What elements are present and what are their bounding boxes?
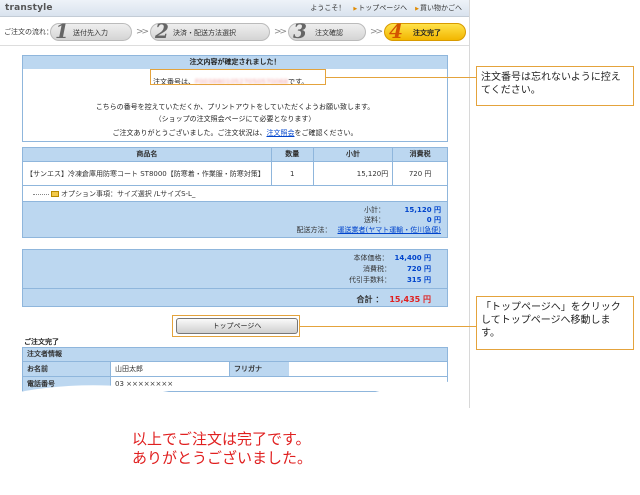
folder-icon: [51, 191, 59, 197]
summary-delivery-value[interactable]: 運送業者(ヤマト運輸・佐川急便): [338, 225, 441, 235]
thanks-text-end: をご確認ください。: [294, 129, 358, 137]
step-label: 送付先入力: [73, 29, 108, 37]
customer-name-value: 山田太郎: [111, 362, 229, 376]
welcome-text: ようこそ！: [310, 4, 346, 12]
order-complete-label: ご注文完了: [24, 338, 59, 346]
summary-delivery-label: 配送方法：: [296, 226, 332, 234]
thanks-line: ご注文ありがとうございました。ご注文状況は、注文照会をご確認ください。: [23, 128, 447, 138]
product-name: 【サンエス】冷凍倉庫用防寒コート ST8000【防寒着・作業服・防寒対策】: [23, 162, 272, 185]
order-steps: ご注文の流れ： 1 送付先入力 >> 2 決済・配送方法選択 >> 3 注文確認…: [0, 18, 469, 46]
step-number: 4: [389, 19, 403, 43]
top-page-callout: 「トップページへ」をクリックしてトップページへ移動します。: [476, 296, 634, 350]
step-label: 注文確認: [315, 29, 343, 37]
items-table-header: 商品名 数量 小計 消費税: [23, 148, 447, 161]
order-inquiry-link[interactable]: 注文照会: [267, 129, 295, 137]
step-2: 2 決済・配送方法選択: [150, 19, 270, 43]
summary-subtotal-value: 15,120 円: [404, 206, 441, 214]
customer-kana-label: フリガナ: [229, 362, 289, 376]
header-links: ようこそ！ トップページへ 買い物かごへ: [310, 3, 462, 13]
summary-shipping: 送料： 0 円: [364, 215, 441, 225]
summary-subtotal-label: 小計：: [364, 206, 385, 214]
customer-name-label: お名前: [23, 362, 111, 376]
site-header: transtyle ようこそ！ トップページへ 買い物かごへ: [0, 0, 469, 17]
total-label: 本体価格：: [353, 254, 389, 262]
thanks-text: ご注文ありがとうございました。ご注文状況は、: [112, 129, 267, 137]
totals-divider: [23, 288, 447, 289]
grand-total-value: 15,435 円: [389, 295, 431, 304]
table-row: お名前 山田太郎 フリガナ: [23, 361, 447, 376]
col-tax: 消費税: [409, 150, 431, 158]
step-number: 3: [293, 19, 307, 43]
items-summary: 小計： 15,120 円 送料： 0 円 配送方法： 運送業者(ヤマト運輸・佐川急便): [23, 201, 447, 237]
completion-line-1: 以上でご注文は完了です。: [132, 430, 311, 448]
screenshot-panel: transtyle ようこそ！ トップページへ 買い物かごへ ご注文の流れ： 1…: [0, 0, 470, 408]
total-label: 消費税：: [363, 265, 391, 273]
print-notice-sub: （ショップの注文照会ページにて必要となります）: [154, 115, 316, 123]
summary-shipping-label: 送料：: [364, 216, 385, 224]
order-confirmed-title: 注文内容が確定されました！: [23, 56, 447, 69]
callout-connector: [300, 326, 476, 327]
totals-box: 本体価格： 14,400 円 消費税： 720 円 代引手数料： 315 円 合計 ：…: [22, 249, 448, 307]
total-label: 代引手数料：: [349, 276, 391, 284]
customer-info-title: 注文者情報: [23, 348, 447, 361]
product-qty: 1: [272, 162, 314, 185]
tree-line-icon: [33, 193, 49, 195]
col-subtotal: 小計: [314, 148, 394, 161]
step-3: 3 注文確認: [288, 19, 366, 43]
torn-edge: [0, 381, 469, 408]
grand-total-label: 合計 ：: [356, 295, 384, 304]
total-value: 14,400 円: [394, 254, 431, 262]
product-subtotal: 15,120円: [314, 162, 394, 185]
step-arrow-icon: >>: [370, 27, 383, 37]
col-product: 商品名: [23, 148, 272, 161]
summary-delivery: 配送方法： 運送業者(ヤマト運輸・佐川急便): [297, 225, 441, 235]
top-button-highlight: [172, 315, 300, 337]
product-tax: 720 円: [408, 170, 432, 178]
option-text: オプション事項：サイズ選択 /LサイズS-L_: [61, 190, 196, 198]
total-row-cod: 代引手数料： 315 円: [349, 275, 431, 285]
step-1: 1 送付先入力: [50, 19, 132, 43]
table-row: 【サンエス】冷凍倉庫用防寒コート ST8000【防寒着・作業服・防寒対策】 1 …: [23, 161, 447, 185]
items-table: 商品名 数量 小計 消費税 【サンエス】冷凍倉庫用防寒コート ST8000【防寒…: [22, 147, 448, 238]
summary-shipping-value: 0 円: [426, 216, 441, 224]
step-arrow-icon: >>: [274, 27, 287, 37]
top-page-link[interactable]: トップページへ: [353, 3, 407, 13]
cart-link[interactable]: 買い物かごへ: [415, 3, 462, 13]
step-label: 決済・配送方法選択: [173, 29, 236, 37]
order-number-highlight: [150, 69, 326, 85]
site-logo: transtyle: [5, 3, 53, 13]
step-4: 4 注文完了: [384, 19, 466, 43]
col-qty: 数量: [272, 148, 314, 161]
total-row-tax: 消費税： 720 円: [363, 264, 431, 274]
summary-subtotal: 小計： 15,120 円: [364, 205, 441, 215]
print-notice: こちらの番号を控えていただくか、プリントアウトをしていただくようお願い致します。: [95, 103, 375, 111]
total-value: 720 円: [406, 265, 431, 273]
completion-message: 以上でご注文は完了です。 ありがとうございました。: [132, 430, 312, 468]
step-number: 2: [155, 19, 169, 43]
order-number-callout: 注文番号は忘れないように控えてください。: [476, 66, 634, 106]
option-row: オプション事項：サイズ選択 /LサイズS-L_: [23, 185, 447, 201]
total-row-base: 本体価格： 14,400 円: [354, 253, 431, 263]
flow-label: ご注文の流れ：: [4, 28, 53, 36]
step-label: 注文完了: [413, 29, 441, 37]
total-value: 315 円: [406, 276, 431, 284]
step-number: 1: [55, 19, 69, 43]
completion-line-2: ありがとうございました。: [132, 449, 313, 467]
step-arrow-icon: >>: [136, 27, 149, 37]
callout-connector: [326, 77, 476, 78]
grand-total: 合計 ： 15,435 円: [357, 294, 431, 305]
